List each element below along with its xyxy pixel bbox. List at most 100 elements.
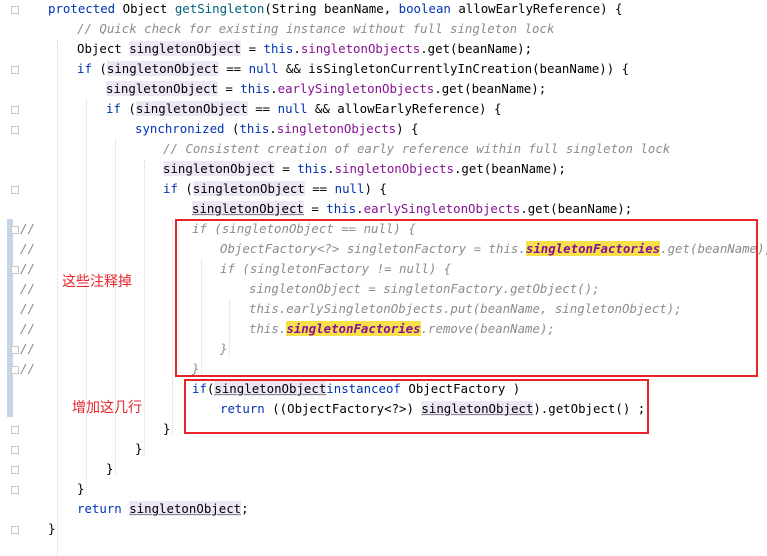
code-token: (String beanName, — [264, 1, 399, 16]
code-token: && isSingletonCurrentlyInCreation(beanNa… — [285, 61, 630, 76]
code-token: .get(beanName); — [420, 41, 533, 56]
code-token: . — [293, 41, 301, 56]
code-token: ) { — [364, 181, 387, 196]
fold-toggle-icon[interactable] — [11, 346, 19, 354]
fold-toggle-icon[interactable] — [11, 266, 19, 274]
gutter-comment-mark: // — [20, 281, 35, 296]
code-line[interactable]: // Quick check for existing instance wit… — [77, 19, 554, 39]
code-token: ) { — [396, 121, 419, 136]
code-token: singletonObject — [129, 41, 242, 56]
code-token: singletonObject — [163, 161, 275, 176]
fold-toggle-icon[interactable] — [11, 226, 19, 234]
code-token: singletonObject — [129, 501, 242, 516]
fold-toggle-icon[interactable] — [11, 466, 19, 474]
code-line[interactable]: if (singletonObject == null) { — [163, 179, 387, 199]
code-token: this — [263, 41, 294, 56]
code-token: Object — [122, 1, 175, 16]
code-line[interactable]: // Consistent creation of early referenc… — [163, 139, 670, 159]
code-token: singletonObjects — [300, 41, 421, 56]
code-token: = — [303, 201, 327, 216]
code-token: .get(beanName); — [453, 161, 566, 176]
code-token: singletonObject — [192, 181, 305, 196]
code-token: earlySingletonObjects — [363, 201, 521, 216]
code-token: null — [334, 181, 365, 196]
code-token: singletonObject — [135, 101, 248, 116]
code-token: singlet — [192, 201, 245, 216]
code-token: } — [106, 461, 114, 476]
fold-toggle-icon[interactable] — [11, 66, 19, 74]
code-token: == — [218, 61, 249, 76]
fold-toggle-icon[interactable] — [11, 426, 19, 434]
code-token: boolean — [398, 1, 459, 16]
code-token: singletonObject — [106, 61, 219, 76]
code-token: . — [327, 161, 335, 176]
fold-toggle-icon[interactable] — [11, 106, 19, 114]
code-line[interactable]: singletonObject = this.singletonObjects.… — [163, 159, 566, 179]
gutter-comment-mark: // — [20, 361, 35, 376]
gutter-comment-mark: // — [20, 241, 35, 256]
indent-guide — [144, 160, 145, 456]
code-token: protected — [48, 1, 123, 16]
code-line[interactable]: } — [48, 519, 55, 539]
fold-toggle-icon[interactable] — [11, 126, 19, 134]
gutter-comment-mark: // — [20, 341, 35, 356]
code-line[interactable]: } — [135, 439, 142, 459]
code-token: .get(beanName); — [434, 81, 547, 96]
code-token: getSingleton — [174, 1, 265, 16]
code-line[interactable]: } — [77, 479, 84, 499]
code-token: this — [326, 201, 357, 216]
code-token: null — [277, 101, 315, 116]
code-line[interactable]: } — [106, 459, 113, 479]
fold-toggle-icon[interactable] — [11, 366, 19, 374]
fold-toggle-icon[interactable] — [11, 446, 19, 454]
indent-guide — [57, 40, 58, 556]
code-token: && allowEarlyReference) { — [314, 101, 502, 116]
code-token: if — [77, 61, 100, 76]
code-token: } — [48, 521, 56, 536]
gutter-comment-mark: // — [20, 321, 35, 336]
indent-guide — [172, 220, 173, 436]
code-line[interactable]: if (singletonObject == null && isSinglet… — [77, 59, 629, 79]
fold-toggle-icon[interactable] — [11, 6, 19, 14]
code-token: this — [297, 161, 328, 176]
code-token: = — [217, 81, 241, 96]
code-token: ( — [128, 101, 136, 116]
code-token: this — [240, 81, 271, 96]
gutter-comment-mark: // — [20, 261, 35, 276]
code-line[interactable]: Object singletonObject = this.singletonO… — [77, 39, 532, 59]
code-token: if — [163, 181, 186, 196]
gutter-comment-mark: // — [20, 221, 35, 236]
code-line[interactable]: } — [163, 419, 170, 439]
code-line[interactable]: synchronized (this.singletonObjects) { — [135, 119, 419, 139]
code-token: == — [247, 101, 278, 116]
code-line[interactable]: singletonObject = this.earlySingletonObj… — [106, 79, 546, 99]
fold-toggle-icon[interactable] — [11, 186, 19, 194]
code-token: ; — [241, 501, 249, 516]
code-line[interactable]: return singletonObject; — [77, 499, 249, 519]
fold-toggle-icon[interactable] — [11, 486, 19, 494]
code-token: = — [241, 41, 264, 56]
code-token: // Quick check for existing instance wit… — [77, 21, 555, 36]
indent-guide — [86, 100, 87, 496]
add-lines-note: 增加这几行 — [72, 400, 142, 416]
code-token: singletonObjects — [334, 161, 454, 176]
vcs-change-marker[interactable] — [7, 219, 13, 417]
gutter-comment-mark: // — [20, 301, 35, 316]
code-token: singletonObjects — [276, 121, 397, 136]
indent-guide — [115, 140, 116, 476]
commented-block-highlight-box — [175, 219, 758, 377]
code-line[interactable]: if (singletonObject == null && allowEarl… — [106, 99, 501, 119]
code-line[interactable]: protected Object getSingleton(String bea… — [48, 0, 622, 19]
code-token: } — [77, 481, 85, 496]
code-token: ( — [185, 181, 193, 196]
code-token: = — [274, 161, 298, 176]
added-lines-highlight-box — [184, 379, 649, 434]
code-token: return — [77, 501, 130, 516]
code-token: singletonObject — [106, 81, 218, 96]
code-line[interactable]: singletonObject = this.earlySingletonObj… — [192, 199, 632, 219]
code-token: } — [135, 441, 143, 456]
fold-toggle-icon[interactable] — [11, 526, 19, 534]
code-token: ( — [99, 61, 107, 76]
code-token: // Consistent creation of early referenc… — [163, 141, 671, 156]
code-token: == — [304, 181, 335, 196]
